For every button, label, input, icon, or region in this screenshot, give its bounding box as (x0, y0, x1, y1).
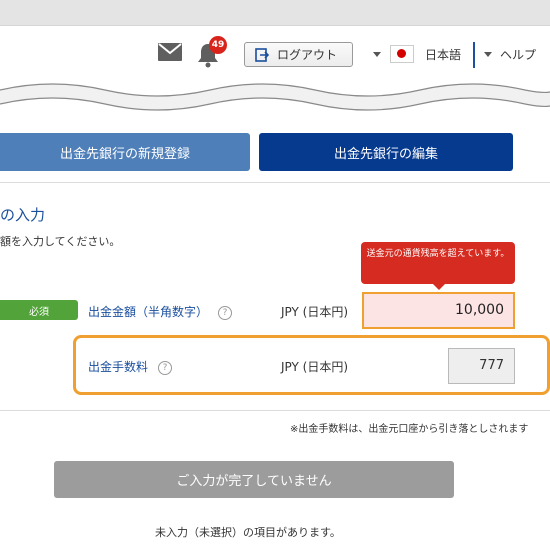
chevron-down-icon (373, 51, 381, 57)
fee-label-row: 出金手数料? (88, 358, 173, 375)
amount-input[interactable]: 10,000 (362, 292, 515, 329)
notification-count-badge: 49 (209, 36, 227, 54)
mail-icon[interactable] (158, 43, 182, 61)
help-icon[interactable]: ? (218, 305, 233, 320)
divider (0, 410, 550, 411)
help-menu[interactable]: ヘルプ (484, 43, 536, 65)
notification-bell[interactable]: 49 (196, 36, 227, 68)
submit-button[interactable]: ご入力が完了していません (54, 461, 454, 498)
japan-flag-icon (390, 45, 414, 63)
language-label: 日本語 (425, 47, 462, 62)
fee-label: 出金手数料 (88, 360, 149, 374)
logout-button[interactable]: ログアウト (244, 42, 353, 67)
fee-note: ※出金手数料は、出金元口座から引き落としされます (290, 424, 529, 435)
register-bank-button[interactable]: 出金先銀行の新規登録 (0, 133, 250, 171)
amount-label-row: 出金金額（半角数字）? (88, 303, 233, 320)
fee-value-field: 777 (448, 348, 515, 384)
help-icon[interactable]: ? (158, 360, 173, 375)
fee-currency: JPY (日本円) (281, 360, 349, 374)
section-title: の入力 (0, 206, 46, 224)
divider (0, 182, 550, 183)
chevron-down-icon (484, 51, 492, 57)
logout-icon (255, 47, 269, 62)
language-selector[interactable]: 日本語 (373, 43, 461, 65)
help-label: ヘルプ (500, 47, 537, 62)
edit-bank-button[interactable]: 出金先銀行の編集 (259, 133, 513, 171)
error-tooltip: 送金元の通貨残高を超えています。 (361, 242, 515, 290)
header-divider (473, 42, 475, 68)
required-badge: 必須 (0, 300, 78, 320)
amount-currency: JPY (日本円) (281, 305, 349, 319)
browser-top-strip (0, 0, 550, 26)
logout-label: ログアウト (277, 48, 338, 62)
section-subtitle: 額を入力してください。 (0, 235, 121, 248)
incomplete-note: 未入力（未選択）の項目があります。 (155, 526, 341, 539)
torn-edge-divider (0, 83, 550, 132)
amount-label: 出金金額（半角数字） (88, 305, 209, 319)
